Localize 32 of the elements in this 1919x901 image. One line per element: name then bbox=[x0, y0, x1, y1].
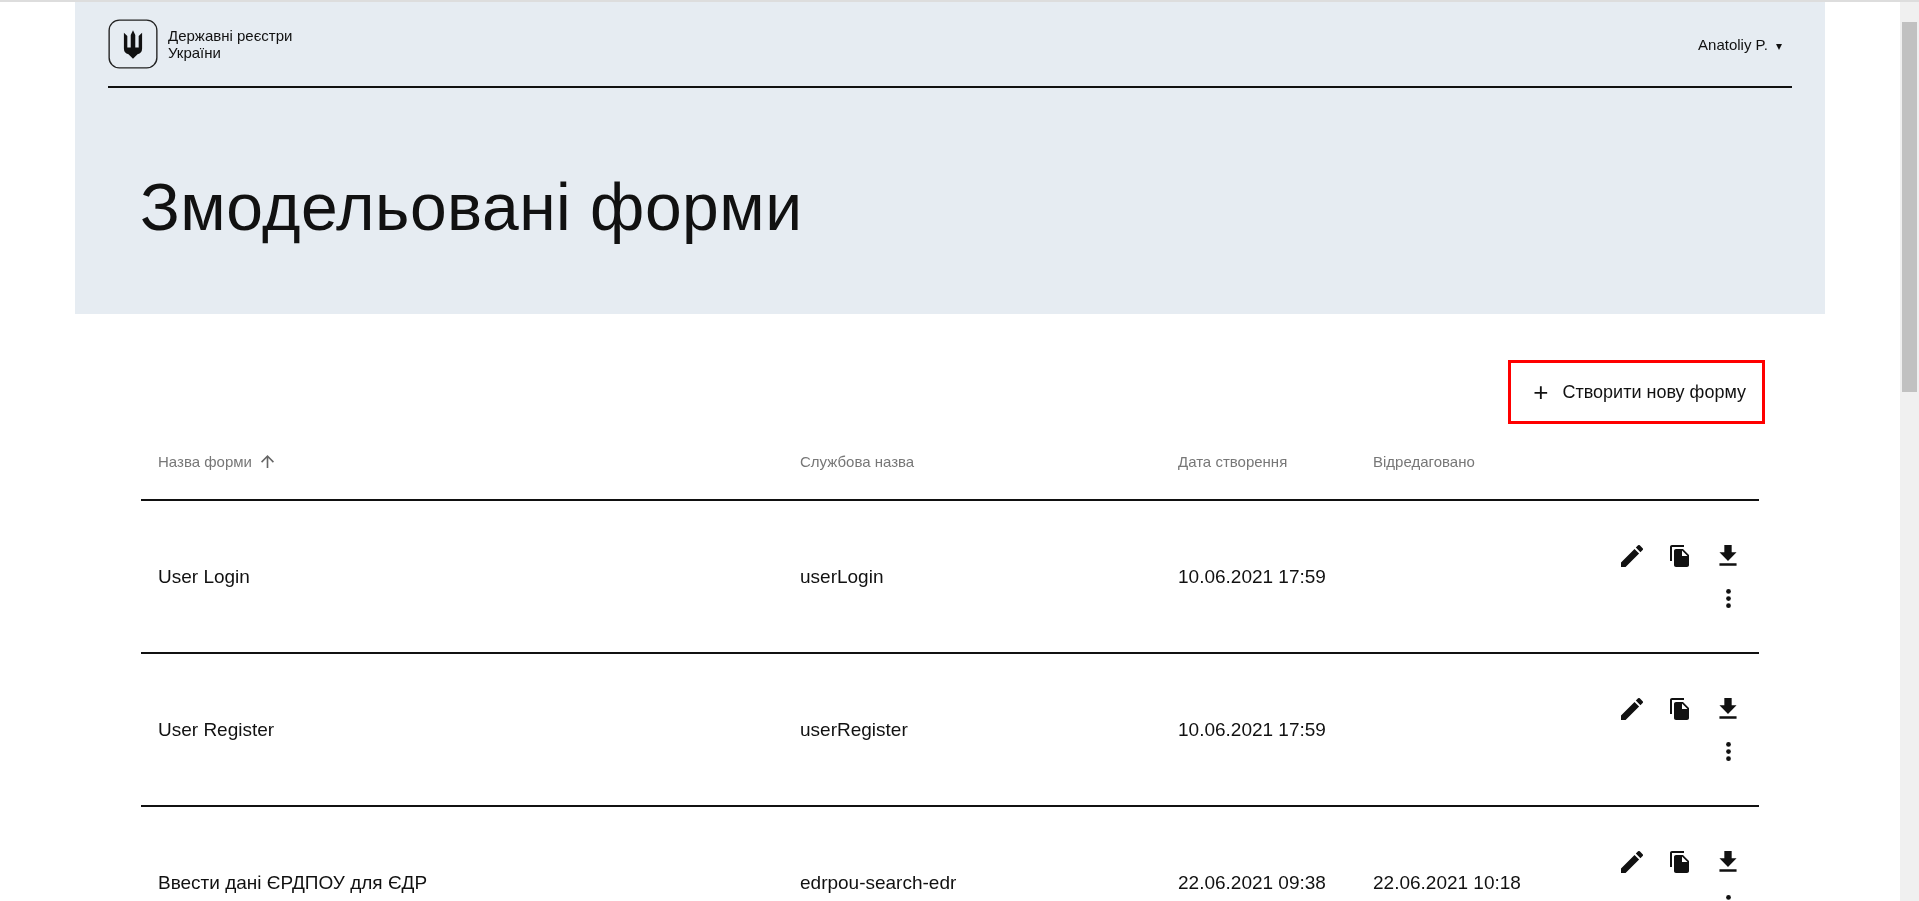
more-options-icon[interactable] bbox=[1726, 589, 1731, 608]
created-date-cell-text: 10.06.2021 17:59 bbox=[1178, 564, 1327, 589]
edited-date-cell: 22.06.2021 10:18 bbox=[1373, 871, 1521, 893]
scrollbar[interactable] bbox=[1900, 2, 1919, 901]
form-title-cell-text: Ввести дані ЄРДПОУ для ЄДР bbox=[158, 870, 429, 895]
more-options-icon[interactable] bbox=[1726, 742, 1731, 761]
column-header[interactable]: Службова назва bbox=[800, 453, 915, 470]
edit-pencil-icon[interactable] bbox=[1621, 851, 1643, 873]
created-date-cell-text: 22.06.2021 09:38 bbox=[1178, 870, 1327, 895]
logo-text[interactable]: Державні реєстри України bbox=[168, 27, 308, 61]
copy-icon[interactable] bbox=[1669, 698, 1691, 720]
copy-icon[interactable] bbox=[1669, 851, 1691, 873]
column-header[interactable]: Відредаговано bbox=[1373, 453, 1475, 470]
user-menu-button[interactable]: Anatoliy P. ▾ bbox=[1698, 35, 1792, 53]
copy-icon[interactable] bbox=[1669, 545, 1691, 567]
download-icon[interactable] bbox=[1717, 851, 1739, 873]
trident-logo-icon[interactable] bbox=[108, 19, 158, 69]
create-form-button[interactable]: + Створити нову форму bbox=[1508, 360, 1765, 424]
form-name-cell-text: edrpou-search-edr bbox=[800, 870, 958, 895]
page-title: Змодельовані форми bbox=[140, 169, 804, 245]
created-date-cell-text: 10.06.2021 17:59 bbox=[1178, 717, 1327, 742]
edit-pencil-icon[interactable] bbox=[1621, 545, 1643, 567]
download-icon[interactable] bbox=[1717, 698, 1739, 720]
column-header[interactable]: Дата створення bbox=[1178, 453, 1288, 470]
form-name-cell-text: userRegister bbox=[800, 717, 909, 742]
column-header[interactable]: Назва форми bbox=[158, 453, 252, 470]
form-name-cell-text: userLogin bbox=[800, 564, 885, 589]
download-icon[interactable] bbox=[1717, 545, 1739, 567]
form-title-cell-text: User Register bbox=[158, 717, 276, 742]
edit-pencil-icon[interactable] bbox=[1621, 698, 1643, 720]
sort-up-arrow-icon[interactable] bbox=[260, 455, 274, 468]
form-title-cell-text: User Login bbox=[158, 564, 251, 589]
